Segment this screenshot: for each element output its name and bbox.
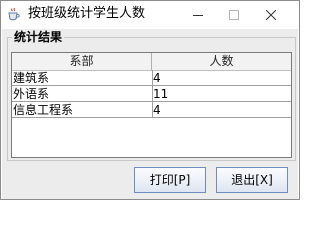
java-cup-icon [7, 7, 21, 21]
cell-department: 信息工程系 [13, 103, 74, 117]
result-table[interactable]: 系部 人数 建筑系 4 外语系 11 信息工程系 4 [11, 52, 292, 158]
window-title: 按班级统计学生人数 [28, 6, 146, 21]
cell-count: 4 [153, 103, 161, 117]
table-header: 系部 人数 [12, 53, 291, 71]
minimize-button[interactable] [180, 1, 216, 29]
exit-button[interactable]: 退出[X] [216, 167, 288, 193]
close-button[interactable] [253, 1, 289, 29]
title-bar[interactable]: 按班级统计学生人数 [1, 1, 299, 29]
close-icon [266, 10, 276, 20]
maximize-icon [229, 10, 239, 20]
column-header-count[interactable]: 人数 [152, 53, 291, 70]
column-divider [152, 70, 153, 118]
app-window: 按班级统计学生人数 统计结果 系部 人数 建筑系 4 外语系 11 信息工程系 … [0, 0, 300, 200]
minimize-icon [193, 15, 203, 16]
result-group: 统计结果 系部 人数 建筑系 4 外语系 11 信息工程系 4 [7, 31, 296, 161]
column-header-department[interactable]: 系部 [12, 53, 152, 70]
cell-count: 4 [153, 71, 161, 85]
cell-department: 外语系 [13, 87, 50, 101]
window-content: 统计结果 系部 人数 建筑系 4 外语系 11 信息工程系 4 打印[P] 退出… [2, 29, 298, 199]
cell-count: 11 [153, 87, 169, 101]
cell-department: 建筑系 [13, 71, 50, 85]
print-button[interactable]: 打印[P] [134, 167, 206, 193]
group-title: 统计结果 [12, 30, 65, 44]
maximize-button[interactable] [216, 1, 252, 29]
